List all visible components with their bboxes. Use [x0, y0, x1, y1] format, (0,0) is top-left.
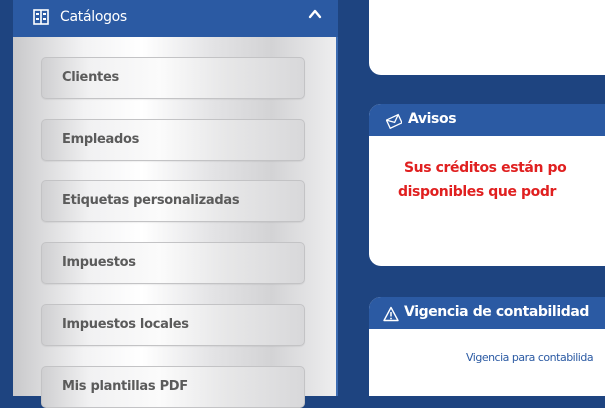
sidebar-item-impuestos[interactable]: Impuestos [41, 242, 305, 284]
vigencia-title: Vigencia de contabilidad [404, 304, 590, 320]
top-card [369, 0, 605, 75]
avisos-card: Avisos Sus créditos están po disponibles… [369, 104, 605, 266]
sidebar-menu-panel: Clientes Empleados Etiquetas personaliza… [13, 37, 336, 408]
vigencia-text: Vigencia para contabilida [466, 351, 594, 364]
sidebar-item-etiquetas-personalizadas[interactable]: Etiquetas personalizadas [41, 180, 305, 222]
warning-triangle-icon [383, 306, 399, 322]
sidebar-scroll-edge [336, 37, 338, 396]
vigencia-header: Vigencia de contabilidad [369, 297, 605, 329]
catalog-icon [33, 9, 49, 25]
sidebar-item-mis-plantillas-pdf[interactable]: Mis plantillas PDF [41, 366, 305, 408]
sidebar-item-clientes[interactable]: Clientes [41, 57, 305, 99]
sidebar-title: Catálogos [60, 9, 127, 25]
sidebar-item-empleados[interactable]: Empleados [41, 119, 305, 161]
sidebar-header-catalogos[interactable]: Catálogos [13, 0, 338, 37]
chevron-up-icon[interactable] [308, 6, 322, 20]
avisos-title: Avisos [408, 111, 457, 127]
envelope-icon [385, 113, 403, 130]
avisos-message-line-1: Sus créditos están po [404, 160, 567, 176]
avisos-header: Avisos [369, 104, 605, 136]
avisos-message-line-2: disponibles que podr [398, 184, 557, 200]
vigencia-card: Vigencia de contabilidad Vigencia para c… [369, 297, 605, 396]
sidebar: Catálogos Clientes Empleados Etiquetas p… [0, 0, 338, 408]
sidebar-item-impuestos-locales[interactable]: Impuestos locales [41, 304, 305, 346]
